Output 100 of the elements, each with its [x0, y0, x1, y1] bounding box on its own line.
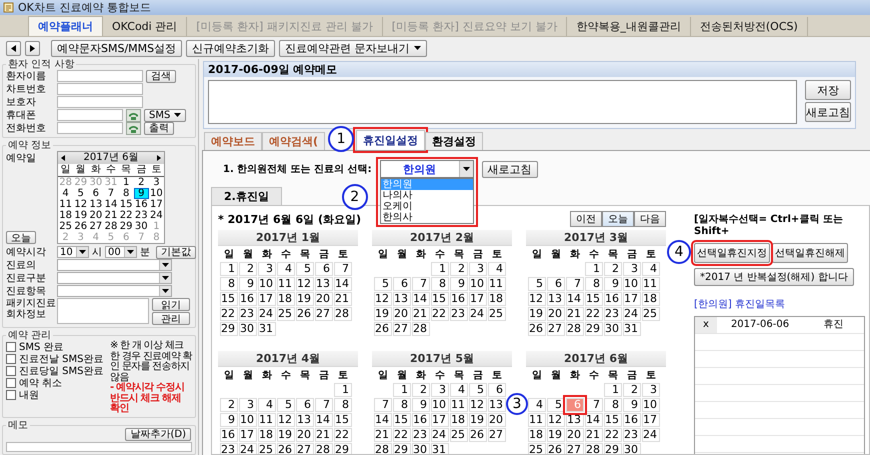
day-cell[interactable]: 13	[488, 398, 506, 412]
text-field[interactable]	[57, 109, 123, 121]
nav-button[interactable]: 이전	[570, 211, 602, 227]
checkbox[interactable]	[6, 342, 16, 352]
day-cell[interactable]: 13	[393, 292, 411, 306]
date-picker[interactable]: 2017년 6월 일 월 화 수 목 금 토 28 29 30 31 1 2 3 4 5 6 7 8 9 10 11 12 13 14 15 16 17 18 19 20 21 22 23 24 25 26 27 28 29 30 1 2 3 4 5 6 7 8	[57, 151, 165, 244]
day-cell[interactable]: 30	[623, 443, 641, 454]
day-cell[interactable]: 15	[431, 292, 449, 306]
memo-field[interactable]	[6, 442, 192, 452]
day-cell[interactable]: 29	[220, 322, 238, 336]
menu-tab[interactable]: 전송된처방전(OCS)	[690, 17, 808, 36]
day-cell[interactable]: 27	[566, 443, 584, 454]
calendar-day[interactable]: 15	[118, 199, 134, 210]
day-cell[interactable]: 8	[393, 398, 411, 412]
calendar-day[interactable]: 11	[58, 199, 74, 210]
day-cell[interactable]: 28	[585, 443, 603, 454]
day-cell[interactable]: 20	[296, 428, 314, 442]
day-cell[interactable]: 9	[623, 398, 641, 412]
day-cell[interactable]: 8	[585, 277, 603, 291]
day-cell[interactable]: 29	[585, 322, 603, 336]
day-cell[interactable]: 26	[296, 307, 314, 321]
day-cell[interactable]: 6	[296, 398, 314, 412]
day-cell[interactable]: 20	[566, 428, 584, 442]
day-cell[interactable]: 1	[393, 383, 411, 397]
day-cell[interactable]: 24	[469, 307, 487, 321]
day-cell[interactable]: 29	[393, 443, 411, 454]
day-cell[interactable]: 7	[315, 398, 333, 412]
text-field[interactable]	[57, 96, 143, 108]
day-cell[interactable]: 19	[296, 292, 314, 306]
day-cell[interactable]: 31	[431, 443, 449, 454]
day-cell[interactable]: 27	[547, 322, 565, 336]
day-cell[interactable]: 20	[488, 413, 506, 427]
day-cell[interactable]: 3	[258, 262, 276, 276]
day-cell[interactable]: 10	[431, 398, 449, 412]
day-cell[interactable]: 2	[450, 262, 468, 276]
calendar-day[interactable]: 8	[118, 188, 134, 199]
day-cell[interactable]: 6	[547, 277, 565, 291]
day-cell[interactable]: 11	[642, 277, 660, 291]
day-cell[interactable]: 13	[547, 292, 565, 306]
day-cell[interactable]: 21	[412, 307, 430, 321]
day-cell[interactable]: 21	[585, 428, 603, 442]
day-cell[interactable]: 3	[469, 262, 487, 276]
day-cell[interactable]: 1	[604, 383, 622, 397]
day-cell[interactable]: 11	[277, 277, 295, 291]
day-cell[interactable]: 28	[412, 322, 430, 336]
menu-tab[interactable]: 예약플래너	[28, 16, 103, 36]
day-cell[interactable]: 21	[315, 428, 333, 442]
day-cell[interactable]: 2	[623, 383, 641, 397]
day-cell[interactable]: 16	[220, 428, 238, 442]
day-cell[interactable]: 10	[258, 277, 276, 291]
day-cell[interactable]: 5	[374, 277, 392, 291]
day-cell[interactable]: 22	[220, 307, 238, 321]
calendar-day[interactable]: 19	[73, 210, 88, 221]
day-cell[interactable]: 24	[623, 307, 641, 321]
calendar-day[interactable]: 7	[103, 188, 119, 199]
action-button[interactable]: 선택일휴진해제	[772, 243, 848, 263]
day-cell[interactable]: 4	[488, 262, 506, 276]
day-cell[interactable]: 18	[277, 292, 295, 306]
day-cell[interactable]: 14	[374, 413, 392, 427]
day-cell[interactable]: 1	[334, 383, 352, 397]
action-button[interactable]: 새로고침	[805, 102, 851, 122]
day-cell[interactable]: 15	[334, 413, 352, 427]
day-cell[interactable]: 8	[220, 277, 238, 291]
calendar-day[interactable]: 18	[58, 210, 74, 221]
day-cell[interactable]: 11	[488, 277, 506, 291]
day-cell[interactable]: 5	[469, 383, 487, 397]
day-cell[interactable]: 26	[547, 443, 565, 454]
day-cell[interactable]: 18	[450, 413, 468, 427]
day-cell[interactable]: 8	[431, 277, 449, 291]
day-cell[interactable]: 15	[393, 413, 411, 427]
day-cell[interactable]: 17	[239, 428, 257, 442]
next-button[interactable]	[25, 40, 40, 56]
day-cell[interactable]: 19	[547, 428, 565, 442]
day-cell[interactable]: 18	[642, 292, 660, 306]
phone-icon[interactable]	[126, 122, 141, 134]
day-cell[interactable]: 10	[469, 277, 487, 291]
calendar-day[interactable]: 17	[148, 199, 164, 210]
day-cell[interactable]: 1	[431, 262, 449, 276]
remove-cell[interactable]: x	[695, 317, 717, 333]
day-cell[interactable]: 12	[547, 413, 565, 427]
phone-icon[interactable]	[126, 108, 141, 122]
day-cell[interactable]: 24	[431, 428, 449, 442]
day-cell[interactable]: 24	[258, 307, 276, 321]
day-cell[interactable]: 10	[642, 398, 660, 412]
day-cell[interactable]: 11	[258, 413, 276, 427]
day-cell[interactable]: 4	[277, 262, 295, 276]
day-cell[interactable]: 15	[585, 292, 603, 306]
day-cell[interactable]: 7	[374, 398, 392, 412]
hour-dropdown[interactable]: 10	[57, 246, 89, 258]
calendar-day[interactable]: 2	[134, 177, 149, 188]
text-field[interactable]	[57, 122, 123, 134]
day-cell[interactable]: 9	[412, 398, 430, 412]
calendar-day[interactable]: 28	[103, 221, 119, 232]
day-cell[interactable]: 16	[623, 413, 641, 427]
day-cell[interactable]: 26	[469, 428, 487, 442]
day-cell[interactable]: 17	[431, 413, 449, 427]
calendar-day[interactable]: 26	[73, 221, 88, 232]
day-cell[interactable]: 22	[334, 428, 352, 442]
day-cell[interactable]: 10	[623, 277, 641, 291]
day-cell[interactable]: 17	[623, 292, 641, 306]
